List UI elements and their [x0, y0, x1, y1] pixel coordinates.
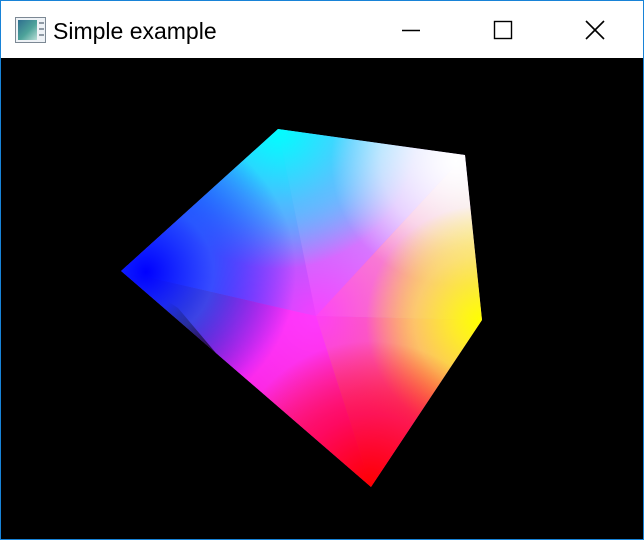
window-app-icon: [15, 17, 46, 43]
window-title: Simple example: [53, 18, 217, 44]
maximize-icon: [493, 20, 513, 39]
minimize-button[interactable]: [365, 1, 457, 58]
app-icon-lines: [39, 22, 44, 38]
application-window: Simple example: [0, 0, 644, 540]
render-viewport[interactable]: [1, 58, 643, 539]
app-icon-screen: [18, 20, 37, 40]
maximize-button[interactable]: [457, 1, 549, 58]
close-icon: [585, 19, 605, 40]
close-button[interactable]: [549, 1, 641, 58]
minimize-icon: [402, 29, 420, 31]
render-canvas: [121, 129, 482, 487]
gradient-pentagon: [121, 129, 482, 487]
title-bar[interactable]: Simple example: [1, 1, 643, 58]
